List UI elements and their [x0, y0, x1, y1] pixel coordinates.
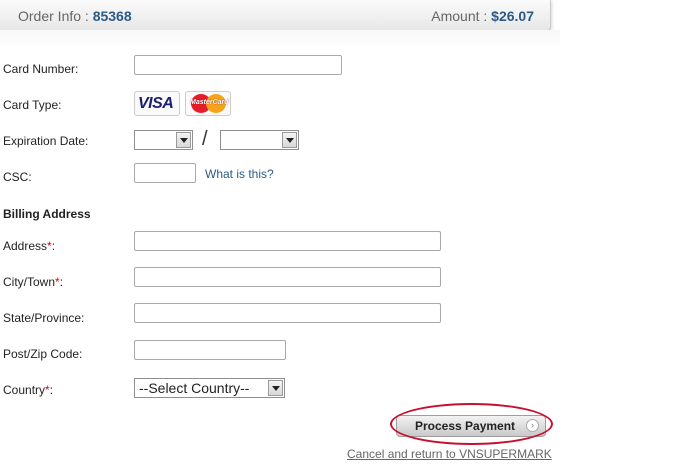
date-separator: / [202, 128, 208, 150]
process-payment-button[interactable]: Process Payment › [396, 415, 546, 437]
chevron-down-icon [282, 132, 297, 148]
chevron-down-icon [268, 380, 283, 396]
mastercard-logo-text: MasterCard [190, 99, 229, 106]
csc-input[interactable] [134, 163, 196, 183]
process-payment-label: Process Payment [415, 419, 516, 433]
address-label: Address*: [3, 239, 55, 253]
visa-logo-text: VISA [138, 95, 174, 112]
amount-value: $26.07 [491, 8, 534, 24]
state-label: State/Province: [3, 311, 85, 325]
amount-info: Amount : $26.07 [431, 8, 534, 24]
card-type-label: Card Type: [3, 98, 62, 112]
billing-address-title: Billing Address [3, 207, 91, 221]
cancel-return-link[interactable]: Cancel and return to VNSUPERMARK [347, 447, 552, 461]
label-colon: : [49, 383, 54, 397]
order-info-label: Order Info : [18, 8, 93, 24]
city-input[interactable] [134, 267, 441, 287]
city-label: City/Town*: [3, 275, 63, 289]
arrow-right-icon: › [526, 419, 539, 432]
expiration-year-select[interactable] [220, 130, 299, 150]
card-number-input[interactable] [134, 55, 342, 75]
csc-help-link[interactable]: What is this? [205, 167, 274, 181]
chevron-down-icon [176, 132, 191, 148]
zip-input[interactable] [134, 340, 286, 360]
amount-label: Amount : [431, 8, 492, 24]
expiration-month-select[interactable] [134, 130, 193, 150]
mastercard-logo[interactable]: MasterCard [185, 91, 231, 116]
city-label-text: City/Town [3, 275, 56, 289]
country-label-text: Country [3, 383, 46, 397]
expiration-date-label: Expiration Date: [3, 134, 89, 148]
card-number-label: Card Number: [3, 62, 79, 76]
country-select[interactable]: --Select Country-- [134, 378, 285, 398]
order-number: 85368 [92, 8, 132, 24]
label-colon: : [59, 275, 64, 289]
address-input[interactable] [134, 231, 441, 251]
csc-label: CSC: [3, 170, 32, 184]
label-colon: : [51, 239, 56, 253]
order-header: Order Info : 85368 Amount : $26.07 [0, 0, 551, 31]
country-selected-value: --Select Country-- [139, 380, 250, 396]
order-info: Order Info : 85368 [18, 8, 132, 24]
state-input[interactable] [134, 303, 441, 323]
country-label: Country*: [3, 383, 53, 397]
visa-card-logo[interactable]: VISA [134, 91, 180, 116]
address-label-text: Address [3, 239, 48, 253]
zip-label: Post/Zip Code: [3, 347, 83, 361]
